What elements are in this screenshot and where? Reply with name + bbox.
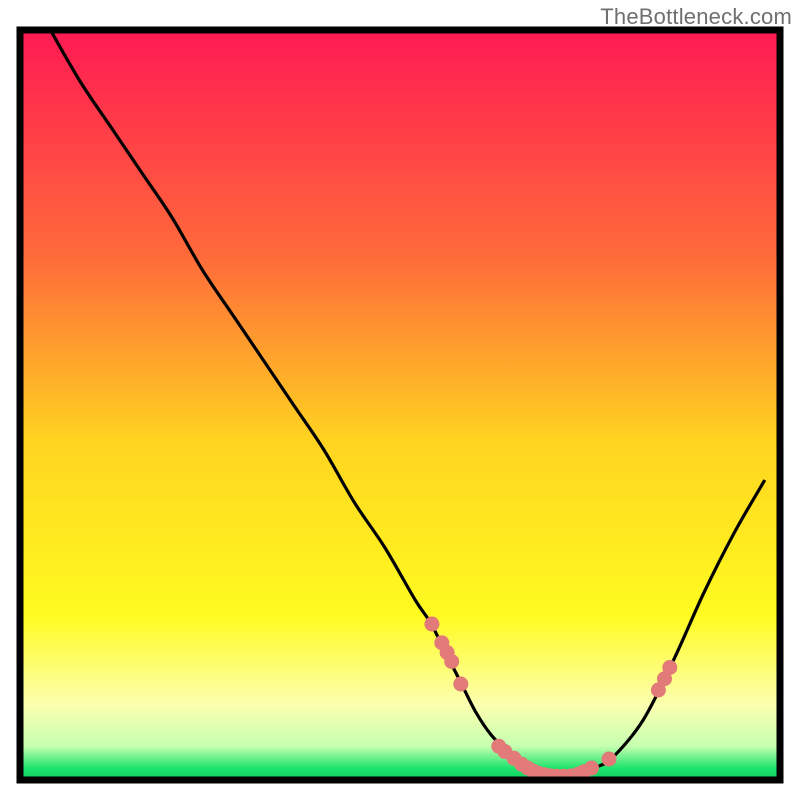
marker-point	[584, 761, 599, 776]
marker-point	[424, 617, 439, 632]
chart-container: TheBottleneck.com	[0, 0, 800, 800]
marker-point	[662, 660, 677, 675]
marker-point	[602, 752, 617, 767]
marker-point	[453, 677, 468, 692]
bottleneck-chart	[0, 0, 800, 800]
marker-point	[444, 654, 459, 669]
attribution-label: TheBottleneck.com	[600, 4, 792, 30]
